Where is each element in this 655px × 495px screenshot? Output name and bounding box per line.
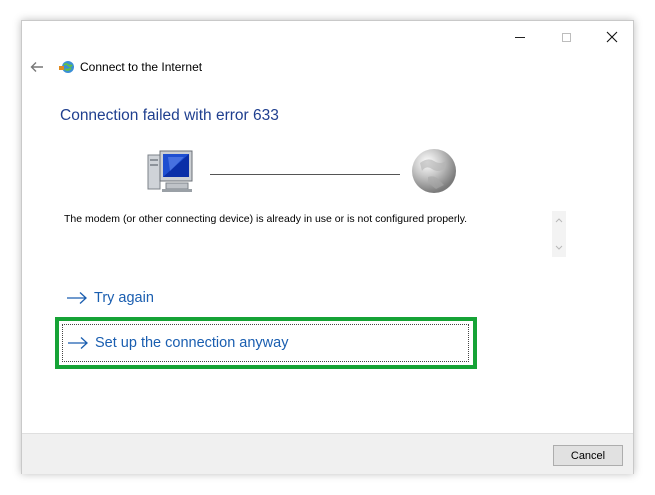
close-icon (606, 31, 618, 43)
globe-icon (412, 149, 456, 193)
error-message-box: The modem (or other connecting device) i… (60, 211, 568, 257)
cancel-button[interactable]: Cancel (553, 445, 623, 466)
maximize-button[interactable] (543, 21, 589, 53)
minimize-icon (515, 36, 525, 38)
error-message: The modem (or other connecting device) i… (64, 213, 468, 225)
try-again-label: Try again (94, 290, 154, 306)
minimize-button[interactable] (497, 21, 543, 53)
window-title: Connect to the Internet (80, 60, 203, 74)
page-heading: Connection failed with error 633 (60, 107, 279, 124)
chevron-down-icon (555, 245, 563, 250)
chevron-up-icon (555, 218, 563, 223)
setup-anyway-label: Set up the connection anyway (95, 335, 289, 351)
scroll-up-button[interactable] (552, 213, 566, 227)
message-scrollbar[interactable] (552, 211, 566, 257)
arrow-right-icon (68, 337, 88, 349)
title-bar (22, 21, 633, 53)
connection-line (210, 174, 400, 175)
maximize-icon (561, 32, 571, 42)
setup-anyway-link[interactable]: Set up the connection anyway (62, 324, 469, 362)
dialog-footer: Cancel (22, 433, 633, 474)
back-arrow-icon[interactable] (28, 58, 46, 76)
arrow-right-icon (67, 292, 87, 304)
scroll-down-button[interactable] (552, 241, 566, 255)
close-button[interactable] (589, 21, 635, 53)
try-again-link[interactable]: Try again (66, 286, 154, 310)
navigation-row: Connect to the Internet (22, 53, 633, 83)
network-connection-icon (59, 61, 74, 73)
computer-icon (147, 150, 193, 192)
connect-dialog-window: Connect to the Internet Connection faile… (21, 20, 634, 474)
